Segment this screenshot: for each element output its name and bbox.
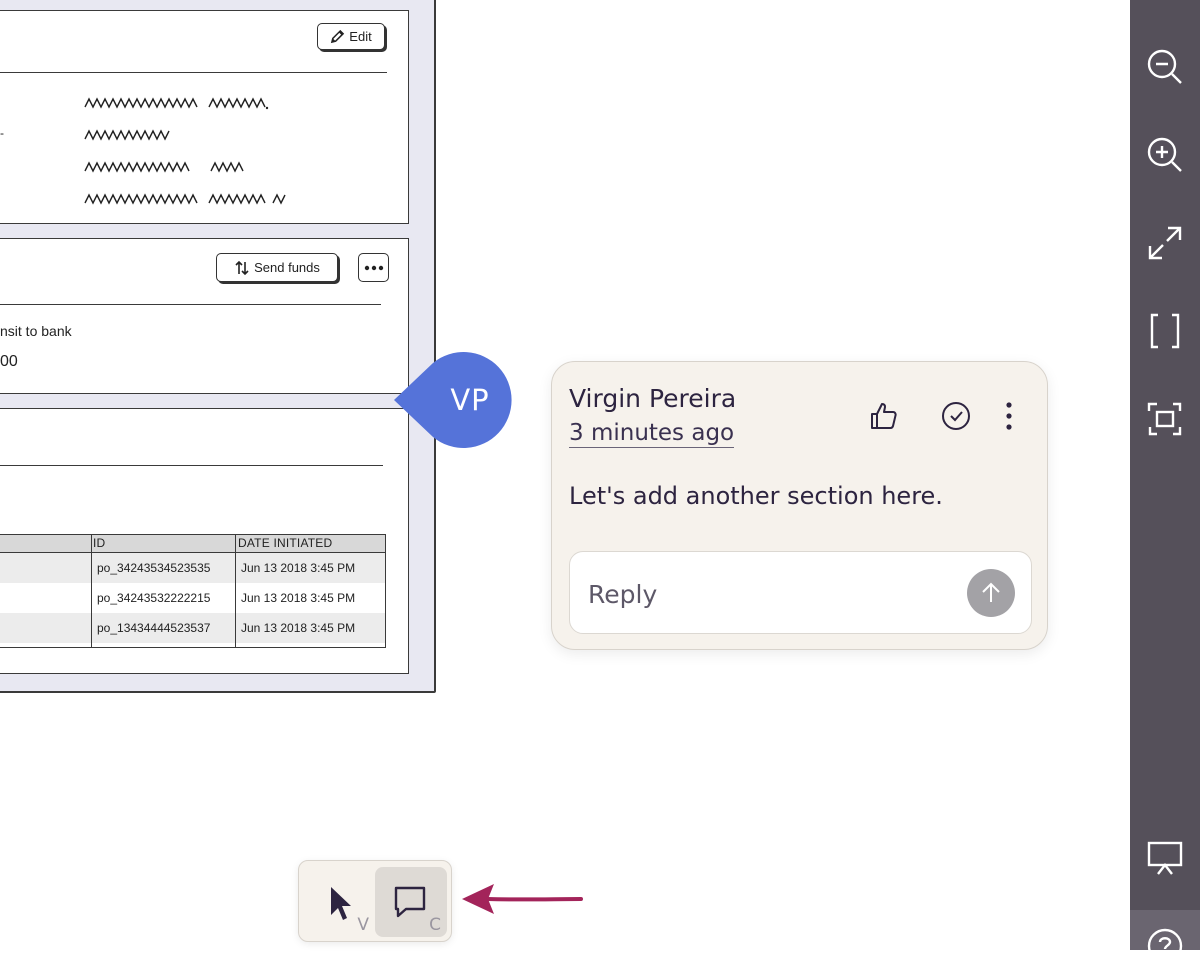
placeholder-text-line	[84, 193, 286, 205]
amount-value: 00	[0, 353, 18, 370]
avatar-initials: VP	[450, 383, 490, 417]
select-tool-shortcut: V	[357, 915, 369, 935]
table-row[interactable]: po_34243532222215 Jun 13 2018 3:45 PM	[0, 583, 385, 613]
comment-timestamp[interactable]: 3 minutes ago	[569, 420, 735, 448]
more-options-button[interactable]	[358, 253, 389, 282]
zoom-out-button[interactable]	[1141, 43, 1189, 91]
column-header-date: DATE INITIATED	[238, 536, 333, 550]
send-funds-button[interactable]: Send funds	[216, 253, 338, 282]
placeholder-text-line	[84, 97, 269, 110]
payouts-table: ID DATE INITIATED po_34243534523535 Jun …	[0, 534, 386, 648]
payout-date: Jun 13 2018 3:45 PM	[241, 591, 356, 605]
ellipsis-icon	[364, 265, 383, 270]
column-divider	[91, 535, 92, 647]
focus-selection-button[interactable]	[1141, 395, 1189, 443]
payout-date: Jun 13 2018 3:45 PM	[241, 621, 356, 635]
column-divider	[235, 535, 236, 647]
edit-button[interactable]: Edit	[317, 23, 385, 50]
fit-brackets-icon	[1150, 313, 1180, 349]
more-vertical-icon[interactable]	[994, 398, 1024, 434]
comment-card: Virgin Pereira 3 minutes ago Let's add a…	[551, 361, 1048, 650]
send-reply-button[interactable]	[967, 569, 1015, 617]
thumbs-up-icon[interactable]	[866, 398, 902, 434]
present-icon	[1147, 841, 1183, 875]
payout-date: Jun 13 2018 3:45 PM	[241, 561, 356, 575]
zoom-in-button[interactable]	[1141, 131, 1189, 179]
wireframe-transfers-card: Send funds	[0, 238, 409, 394]
table-row[interactable]: po_13434444523537 Jun 13 2018 3:45 PM	[0, 613, 385, 643]
comment-author: Virgin Pereira	[569, 384, 737, 413]
pencil-icon	[331, 29, 345, 44]
comment-tool-shortcut: C	[429, 915, 441, 935]
comment-tool-button[interactable]: C	[375, 867, 447, 937]
select-tool-button[interactable]: V	[303, 867, 375, 937]
divider	[0, 72, 387, 73]
divider	[0, 304, 381, 305]
column-header-id: ID	[93, 536, 106, 550]
fullscreen-icon	[1148, 226, 1182, 260]
payout-id: po_13434444523537	[97, 621, 211, 635]
present-button[interactable]	[1141, 834, 1189, 882]
help-icon	[1147, 928, 1183, 964]
zoom-in-icon	[1147, 137, 1182, 172]
resolve-check-icon[interactable]	[938, 398, 974, 434]
swap-arrows-icon	[235, 260, 249, 275]
fit-to-screen-button[interactable]	[1141, 307, 1189, 355]
help-button[interactable]	[1130, 910, 1200, 964]
payout-id: po_34243534523535	[97, 561, 211, 575]
tool-palette: V C	[298, 860, 452, 942]
transit-label: nsit to bank	[0, 323, 72, 339]
wireframe-details-card: Edit	[0, 10, 409, 224]
send-arrow-icon	[982, 582, 1000, 602]
placeholder-text-line	[84, 161, 244, 173]
comment-bubble-icon	[394, 886, 426, 918]
divider	[0, 465, 383, 466]
focus-frame-icon	[1147, 402, 1182, 436]
reply-box	[569, 551, 1032, 634]
wireframe-dash: -	[0, 126, 4, 140]
view-controls-rail	[1130, 0, 1200, 964]
payout-id: po_34243532222215	[97, 591, 211, 605]
comment-body: Let's add another section here.	[569, 482, 943, 510]
placeholder-text-line	[84, 129, 170, 141]
zoom-out-icon	[1147, 49, 1182, 84]
pointer-cursor-icon	[331, 887, 351, 920]
annotation-arrow-icon	[462, 884, 583, 914]
table-row[interactable]: po_34243534523535 Jun 13 2018 3:45 PM	[0, 553, 385, 583]
reply-input[interactable]	[586, 574, 950, 614]
fullscreen-button[interactable]	[1141, 219, 1189, 267]
table-header: ID DATE INITIATED	[0, 535, 385, 553]
